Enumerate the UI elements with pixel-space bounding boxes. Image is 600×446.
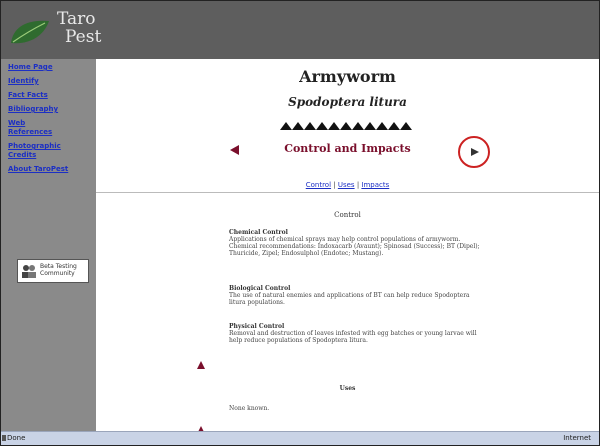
sidebar-item-photographic-credits[interactable]: Photographic Credits bbox=[8, 142, 68, 160]
logo-text-line1: Taro bbox=[57, 9, 96, 29]
browser-status-bar: Done Internet bbox=[1, 431, 599, 445]
sidebar-nav: Home Page Identify Fact Facts Bibliograp… bbox=[1, 59, 96, 445]
badge-label-line1: Beta Testing bbox=[40, 263, 77, 270]
page-title: Armyworm bbox=[299, 67, 396, 86]
section-heading: Control and Impacts bbox=[284, 142, 411, 155]
back-to-top-arrow-icon[interactable] bbox=[197, 361, 205, 369]
block-heading: Physical Control bbox=[229, 323, 285, 330]
caterpillar-divider-icon bbox=[279, 122, 412, 130]
people-icon bbox=[22, 265, 36, 278]
sidebar-item-identify[interactable]: Identify bbox=[8, 77, 96, 86]
physical-control-block: Physical Control Removal and destruction… bbox=[229, 323, 484, 344]
sidebar-item-fact-facts[interactable]: Fact Facts bbox=[8, 91, 96, 100]
nav-link-impacts[interactable]: Impacts bbox=[361, 181, 389, 189]
nav-separator: | bbox=[331, 181, 338, 189]
nav-link-control[interactable]: Control bbox=[306, 181, 331, 189]
taro-leaf-icon bbox=[11, 20, 49, 44]
block-heading: Chemical Control bbox=[229, 229, 288, 236]
block-text: The use of natural enemies and applicati… bbox=[229, 292, 470, 306]
beta-testing-badge[interactable]: Beta Testing Community bbox=[17, 259, 89, 283]
next-arrow-icon bbox=[471, 148, 479, 156]
zone-indicator: Internet bbox=[563, 434, 591, 442]
badge-label-line2: Community bbox=[40, 270, 75, 277]
horizontal-rule bbox=[96, 192, 599, 193]
browser-page: Taro Pest Home Page Identify Fact Facts … bbox=[0, 0, 600, 446]
main-content: Armyworm Spodoptera litura Control and I… bbox=[96, 59, 599, 434]
biological-control-block: Biological Control The use of natural en… bbox=[229, 285, 484, 306]
block-heading: Biological Control bbox=[229, 285, 291, 292]
sidebar-item-web-references[interactable]: Web References bbox=[8, 119, 52, 137]
species-name: Spodoptera litura bbox=[288, 95, 407, 109]
page-icon bbox=[2, 435, 6, 441]
nav-link-uses[interactable]: Uses bbox=[338, 181, 355, 189]
uses-text: None known. bbox=[229, 405, 270, 412]
uses-heading: Uses bbox=[339, 385, 356, 392]
next-page-button[interactable] bbox=[458, 136, 490, 168]
status-text: Done bbox=[7, 434, 26, 442]
block-text: Removal and destruction of leaves infest… bbox=[229, 330, 477, 344]
chemical-control-block: Chemical Control Applications of chemica… bbox=[229, 229, 484, 257]
site-header: Taro Pest bbox=[1, 1, 599, 59]
logo-text-line2: Pest bbox=[65, 27, 102, 47]
sidebar-item-about-taropest[interactable]: About TaroPest bbox=[8, 165, 96, 174]
section-nav-links: Control | Uses | Impacts bbox=[96, 181, 599, 189]
sidebar-item-bibliography[interactable]: Bibliography bbox=[8, 105, 96, 114]
taropest-logo[interactable]: Taro Pest bbox=[7, 7, 101, 53]
decorative-divider bbox=[96, 117, 599, 131]
control-heading: Control bbox=[334, 211, 361, 219]
block-text: Applications of chemical sprays may help… bbox=[229, 236, 480, 257]
sidebar-item-home-page[interactable]: Home Page bbox=[8, 63, 96, 72]
